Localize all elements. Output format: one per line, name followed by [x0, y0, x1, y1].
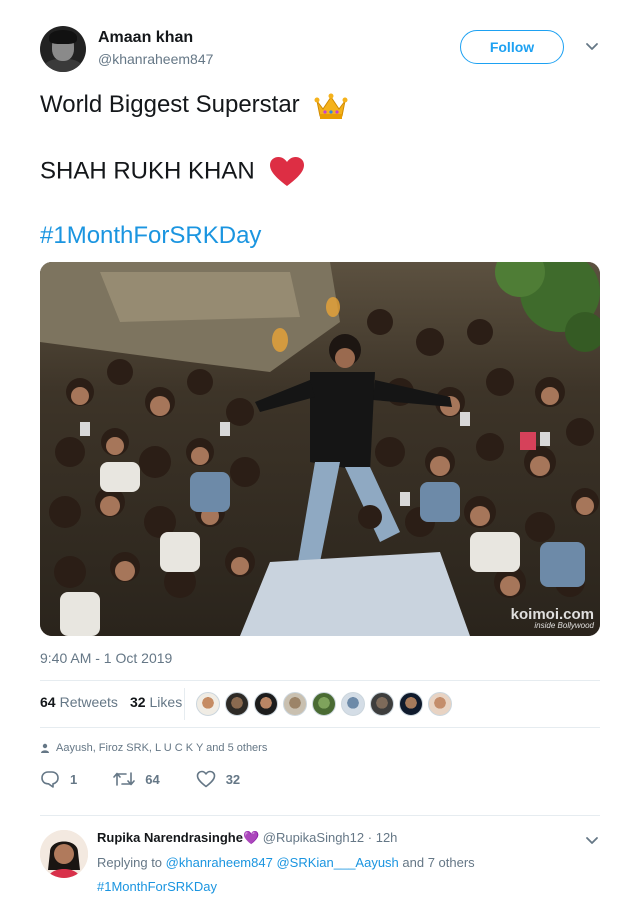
liker-avatar[interactable] — [341, 692, 365, 716]
tweet-stats: 64 Retweets 32 Likes — [40, 694, 194, 710]
retweet-action[interactable]: 64 — [113, 771, 160, 787]
likes-count: 32 — [129, 694, 146, 710]
liker-avatar[interactable] — [254, 692, 278, 716]
reply-count: 1 — [70, 771, 78, 787]
mention-link[interactable]: @khanraheem847 — [166, 855, 273, 870]
like-count: 32 — [225, 771, 241, 787]
divider — [40, 727, 600, 728]
liker-avatar[interactable] — [225, 692, 249, 716]
reply-tweet[interactable]: Rupika Narendrasinghe💜 @RupikaSingh12 · … — [40, 828, 600, 894]
reply-author-handle[interactable]: @RupikaSingh12 — [263, 830, 364, 845]
tweet-hashtag[interactable]: #1MonthForSRKDay — [40, 222, 261, 250]
tweet-line2-text: SHAH RUKH KHAN — [40, 157, 255, 185]
liked-by-line[interactable]: Aayush, Firoz SRK, L U C K Y and 5 other… — [40, 742, 267, 754]
author-name[interactable]: Amaan khan — [98, 29, 193, 47]
chevron-down-icon[interactable] — [584, 38, 600, 54]
likes-label: Likes — [149, 694, 183, 710]
retweets-count: 64 — [40, 694, 56, 710]
reply-author-name[interactable]: Rupika Narendrasinghe — [97, 830, 243, 845]
tweet-timestamp[interactable]: 9:40 AM - 1 Oct 2019 — [40, 650, 172, 666]
stats-separator — [184, 688, 185, 720]
photo-watermark: koimoi.com inside Bollywood — [511, 606, 594, 630]
crown-icon — [314, 93, 348, 119]
replying-others[interactable]: and 7 others — [402, 855, 474, 870]
divider — [40, 680, 600, 681]
retweets-label: Retweets — [59, 694, 118, 710]
retweets-stat[interactable]: 64 Retweets — [40, 694, 118, 710]
reply-action[interactable]: 1 — [40, 770, 77, 788]
tweet-line1-text: World Biggest Superstar — [40, 91, 300, 118]
reply-time[interactable]: 12h — [376, 830, 398, 845]
author-avatar[interactable] — [40, 26, 86, 72]
retweet-icon[interactable] — [113, 771, 136, 787]
reply-hashtag[interactable]: #1MonthForSRKDay — [97, 879, 217, 894]
purple-heart-emoji: 💜 — [242, 830, 260, 845]
liker-avatar[interactable] — [312, 692, 336, 716]
like-action[interactable]: 32 — [196, 770, 240, 788]
liker-avatar[interactable] — [428, 692, 452, 716]
liked-by-text: Aayush, Firoz SRK, L U C K Y and 5 other… — [56, 742, 268, 754]
tweet-photo[interactable]: koimoi.com inside Bollywood — [40, 262, 600, 636]
crowd-photo-illustration — [40, 262, 600, 636]
liker-avatars — [196, 692, 457, 716]
tweet-text-line1: World Biggest Superstar — [40, 90, 348, 121]
reply-separator: · — [367, 830, 373, 845]
reply-avatar-image — [40, 830, 88, 878]
tweet-header: Amaan khan @khanraheem847 Follow — [40, 24, 600, 76]
chevron-down-icon[interactable] — [584, 832, 600, 848]
mention-link[interactable]: @SRKian___Aayush — [276, 855, 398, 870]
replying-to-line: Replying to @khanraheem847 @SRKian___Aay… — [97, 855, 475, 870]
person-icon — [41, 743, 49, 753]
tweet-actions: 1 64 32 — [40, 770, 276, 788]
reply-icon[interactable] — [40, 770, 60, 788]
tweet-text-line2: SHAH RUKH KHAN — [40, 156, 305, 188]
author-handle[interactable]: @khanraheem847 — [98, 51, 213, 67]
liker-avatar[interactable] — [370, 692, 394, 716]
divider — [40, 815, 600, 816]
liker-avatar[interactable] — [196, 692, 220, 716]
follow-button[interactable]: Follow — [460, 30, 564, 64]
like-icon[interactable] — [196, 770, 216, 788]
likes-stat[interactable]: 32 Likes — [130, 694, 182, 710]
reply-header: Rupika Narendrasinghe💜 @RupikaSingh12 · … — [97, 830, 397, 846]
replying-to-label: Replying to — [97, 855, 163, 870]
liker-avatar[interactable] — [283, 692, 307, 716]
reply-author-avatar[interactable] — [40, 830, 88, 878]
retweet-count: 64 — [145, 771, 160, 787]
liker-avatar[interactable] — [399, 692, 423, 716]
heart-emoji-icon — [270, 157, 305, 186]
